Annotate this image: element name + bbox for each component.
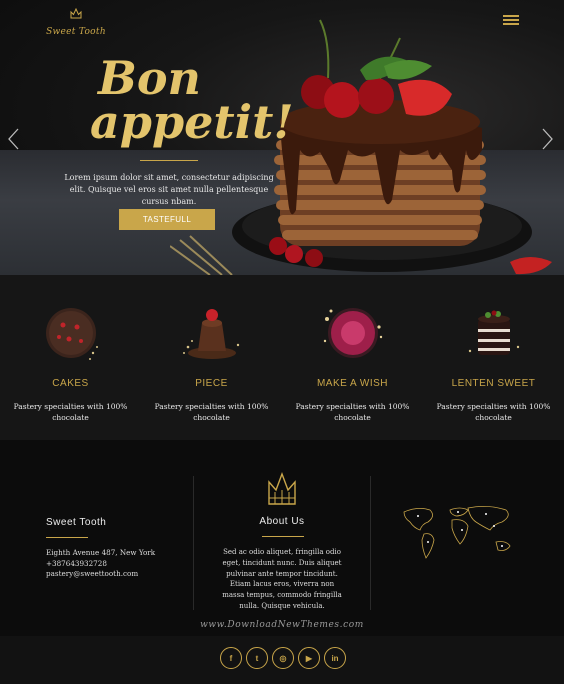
about-text: Sed ac odio aliquet, fringilla odio eget… [222, 548, 342, 610]
hero-headline-line-2: appetit! [90, 95, 294, 149]
crown-icon [70, 8, 82, 19]
contact-details: Eighth Avenue 487, New York +38764393272… [46, 548, 155, 580]
chevron-left-icon[interactable] [6, 127, 20, 151]
cake-image [46, 308, 98, 360]
tart-image [323, 308, 383, 358]
features-section: CAKES Pastery specialties with 100% choc… [0, 275, 564, 440]
chocolate-piece-image [183, 309, 240, 359]
twitter-icon[interactable]: t [246, 647, 268, 669]
about-divider [262, 536, 304, 537]
feature-make-a-wish[interactable]: MAKE A WISH Pastery specialties with 100… [282, 275, 423, 440]
feature-desc: Pastery specialties with 100% chocolate [13, 402, 128, 422]
linkedin-icon[interactable]: in [324, 647, 346, 669]
contact-phone[interactable]: +387643932728 [46, 559, 155, 570]
hero-divider [140, 160, 198, 161]
instagram-icon[interactable]: ◎ [272, 647, 294, 669]
contact-divider [46, 537, 88, 538]
column-divider [193, 476, 194, 610]
feature-title: LENTEN SWEET [451, 378, 536, 389]
feature-desc: Pastery specialties with 100% chocolate [436, 402, 551, 422]
contact-address: Eighth Avenue 487, New York [46, 548, 156, 557]
hero-headline: Bon appetit! [90, 51, 294, 149]
feature-lenten-sweet[interactable]: LENTEN SWEET Pastery specialties with 10… [423, 275, 564, 440]
hamburger-icon[interactable] [503, 15, 519, 25]
feature-title: CAKES [52, 378, 89, 389]
hero-slider: Sweet Tooth Bon appetit! Lorem ipsum dol… [0, 0, 564, 275]
crown-icon [268, 472, 296, 505]
chevron-right-icon[interactable] [541, 127, 555, 151]
feature-desc: Pastery specialties with 100% chocolate [154, 402, 269, 422]
facebook-icon[interactable]: f [220, 647, 242, 669]
footer-info: Sweet Tooth Eighth Avenue 487, New York … [0, 440, 564, 636]
social-links: f t ◎ ▶ in [220, 647, 346, 669]
about-title: About Us [259, 516, 305, 527]
social-bar: f t ◎ ▶ in [0, 636, 564, 684]
contact-title: Sweet Tooth [46, 517, 107, 528]
feature-desc: Pastery specialties with 100% chocolate [295, 402, 410, 422]
hero-text: Lorem ipsum dolor sit amet, consectetur … [64, 173, 274, 206]
feature-title: MAKE A WISH [316, 378, 389, 389]
youtube-icon[interactable]: ▶ [298, 647, 320, 669]
brand-logo[interactable]: Sweet Tooth [46, 8, 106, 38]
logo-text: Sweet Tooth [46, 27, 106, 37]
feature-cakes[interactable]: CAKES Pastery specialties with 100% choc… [0, 275, 141, 440]
column-divider [370, 476, 371, 610]
world-map-image [403, 506, 511, 559]
feature-piece[interactable]: PIECE Pastery specialties with 100% choc… [141, 275, 282, 440]
hero-headline-line-1: Bon [98, 51, 202, 105]
watermark-text: www.DownloadNewThemes.com [200, 620, 364, 630]
tastefull-button[interactable]: TASTEFULL [119, 209, 215, 230]
contact-email[interactable]: pastery@sweettooth.com [46, 569, 155, 580]
layer-cake-image [468, 310, 520, 355]
feature-title: PIECE [195, 378, 228, 389]
